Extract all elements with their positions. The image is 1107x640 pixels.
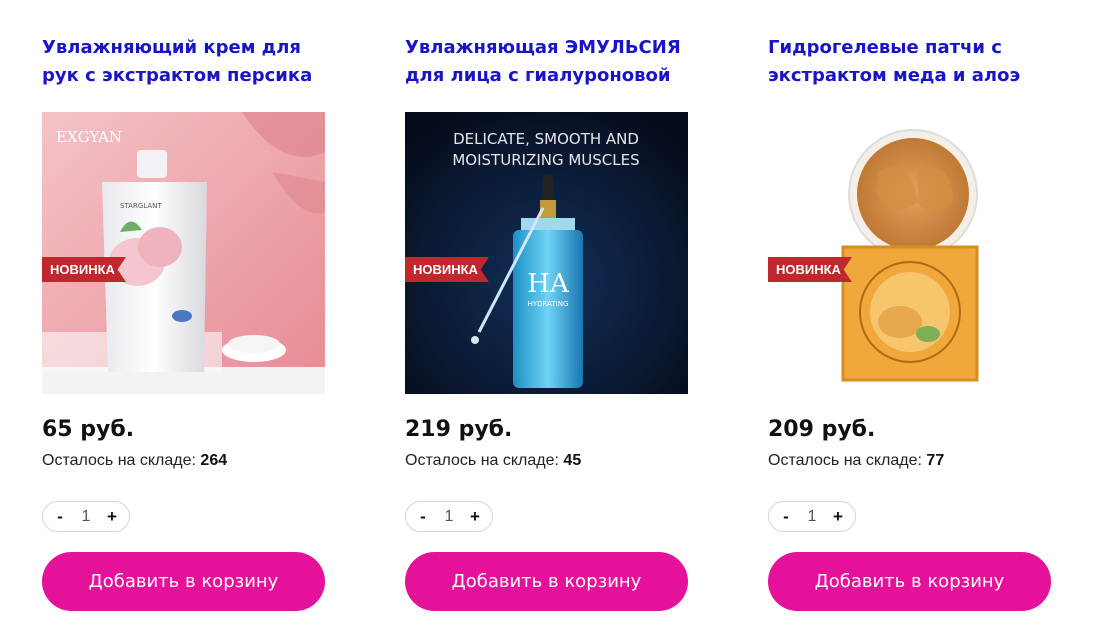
product-price: 219 руб.	[405, 417, 513, 442]
stock-count: 264	[200, 452, 228, 469]
new-badge: НОВИНКА	[42, 257, 126, 282]
product-title[interactable]: Гидрогелевые патчи с экстрактом меда и а…	[768, 34, 1058, 90]
stock-count: 77	[926, 452, 945, 469]
emulsion-image: DELICATE, SMOOTH AND MOISTURIZING MUSCLE…	[405, 112, 688, 394]
stock-info: Осталось на складе: 77	[768, 451, 1058, 471]
add-to-cart-button[interactable]: Добавить в корзину	[405, 552, 688, 611]
product-card: Увлажняющая ЭМУЛЬСИЯ для лица с гиалурон…	[405, 34, 695, 611]
increase-button[interactable]: +	[105, 507, 119, 527]
svg-text:HA: HA	[527, 269, 570, 299]
new-badge: НОВИНКА	[768, 257, 852, 282]
eye-patches-image	[768, 112, 1051, 394]
product-title[interactable]: Увлажняющая ЭМУЛЬСИЯ для лица с гиалурон…	[405, 34, 695, 90]
product-image[interactable]: EXGYAN STARGLANT НОВИНКА	[42, 112, 325, 394]
new-badge: НОВИНКА	[405, 257, 489, 282]
svg-text:EXGYAN: EXGYAN	[56, 128, 122, 146]
svg-text:DELICATE, SMOOTH AND: DELICATE, SMOOTH AND	[453, 130, 639, 148]
decrease-button[interactable]: -	[779, 507, 793, 527]
quantity-value[interactable]: 1	[82, 508, 91, 526]
product-image[interactable]: DELICATE, SMOOTH AND MOISTURIZING MUSCLE…	[405, 112, 688, 394]
svg-text:HYDRATING: HYDRATING	[528, 300, 569, 308]
quantity-value[interactable]: 1	[808, 508, 817, 526]
stock-label: Осталось на складе:	[405, 452, 559, 469]
hand-cream-image: EXGYAN STARGLANT	[42, 112, 325, 394]
decrease-button[interactable]: -	[53, 507, 67, 527]
increase-button[interactable]: +	[831, 507, 845, 527]
add-to-cart-button[interactable]: Добавить в корзину	[42, 552, 325, 611]
svg-text:MOISTURIZING MUSCLES: MOISTURIZING MUSCLES	[452, 151, 639, 169]
decrease-button[interactable]: -	[416, 507, 430, 527]
product-image[interactable]: НОВИНКА	[768, 112, 1051, 394]
stock-info: Осталось на складе: 264	[42, 451, 332, 471]
add-to-cart-button[interactable]: Добавить в корзину	[768, 552, 1051, 611]
quantity-stepper: - 1 +	[768, 501, 856, 532]
stock-label: Осталось на складе:	[42, 452, 196, 469]
stock-info: Осталось на складе: 45	[405, 451, 695, 471]
product-card: Увлажняющий крем для рук с экстрактом пе…	[42, 34, 332, 611]
product-title[interactable]: Увлажняющий крем для рук с экстрактом пе…	[42, 34, 332, 90]
quantity-stepper: - 1 +	[42, 501, 130, 532]
increase-button[interactable]: +	[468, 507, 482, 527]
stock-count: 45	[563, 452, 582, 469]
product-price: 65 руб.	[42, 417, 135, 442]
quantity-stepper: - 1 +	[405, 501, 493, 532]
product-price: 209 руб.	[768, 417, 876, 442]
stock-label: Осталось на складе:	[768, 452, 922, 469]
quantity-value[interactable]: 1	[445, 508, 454, 526]
product-card: Гидрогелевые патчи с экстрактом меда и а…	[768, 34, 1058, 611]
svg-text:STARGLANT: STARGLANT	[120, 202, 162, 210]
